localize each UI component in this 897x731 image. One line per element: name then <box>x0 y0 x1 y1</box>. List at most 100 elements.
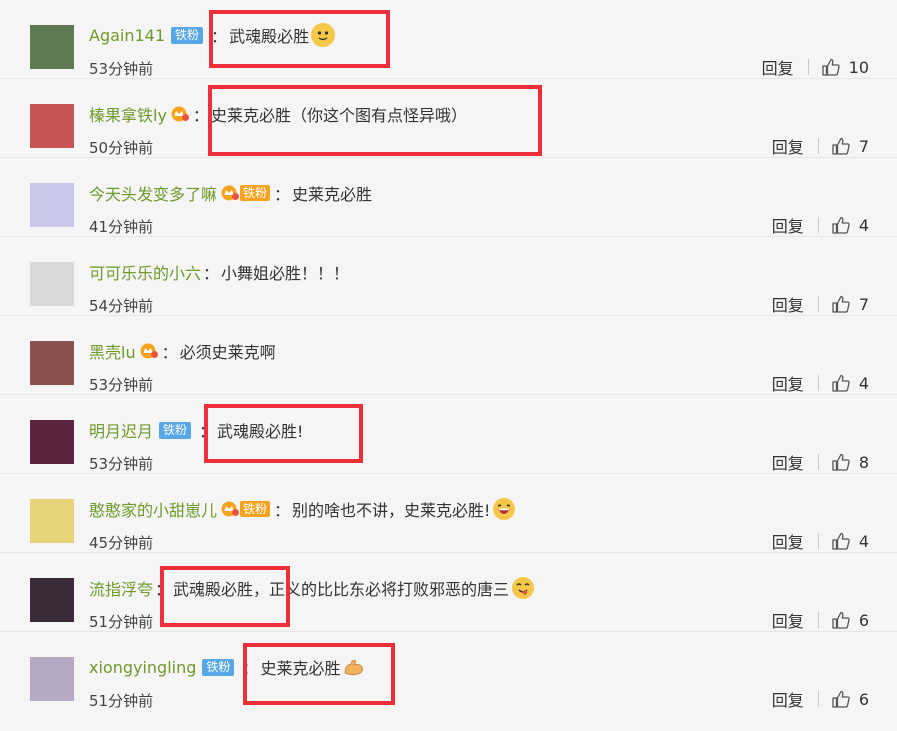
comment-line: 黑壳lu ： 必须史莱克啊 <box>89 338 276 364</box>
comment-text: 武魂殿必胜，正义的比比东必将打败邪恶的唐三 <box>173 580 510 599</box>
comment-text: 必须史莱克啊 <box>179 343 276 362</box>
thumbs-up-icon[interactable] <box>831 452 851 472</box>
username-link[interactable]: 明月迟月 <box>89 418 153 442</box>
vip-badge <box>140 343 158 359</box>
reply-button[interactable]: 回复 <box>772 687 804 711</box>
reply-button[interactable]: 回复 <box>772 371 804 395</box>
avatar[interactable] <box>30 578 74 622</box>
comment-text: 别的啥也不讲，史莱克必胜! <box>292 501 491 520</box>
comment-time: 51分钟前 <box>89 692 154 710</box>
comment-time: 54分钟前 <box>89 297 154 315</box>
comment-line: 可可乐乐的小六 ： 小舞姐必胜！！！ <box>89 259 349 285</box>
comment-row: 黑壳lu ： 必须史莱克啊 53分钟前 回复 4 <box>0 316 897 395</box>
reply-button[interactable]: 回复 <box>772 608 804 632</box>
colon-separator: ： <box>199 422 216 441</box>
thumbs-up-icon[interactable] <box>821 57 841 77</box>
like-count: 4 <box>858 531 869 551</box>
username-link[interactable]: 流指浮夸 <box>89 576 153 600</box>
comment-actions: 回复 7 <box>772 134 869 158</box>
comment-text: 史莱克必胜（你这个图有点怪异哦） <box>210 106 467 125</box>
like-count: 10 <box>848 57 869 77</box>
divider <box>817 612 819 628</box>
divider <box>817 138 819 154</box>
comment-time: 45分钟前 <box>89 534 154 552</box>
yum-emoji-icon <box>511 576 535 600</box>
comment-row: 今天头发变多了嘛 铁粉 ： 史莱克必胜 41分钟前 回复 4 <box>0 158 897 237</box>
username-link[interactable]: 憨憨家的小甜崽儿 <box>89 497 217 521</box>
reply-button[interactable]: 回复 <box>772 292 804 316</box>
divider <box>817 375 819 391</box>
colon-separator: ： <box>203 264 220 283</box>
colon-separator: ： <box>274 501 291 520</box>
avatar[interactable] <box>30 657 74 701</box>
username-link[interactable]: xiongyingling <box>89 658 196 677</box>
colon-separator: ： <box>155 580 172 599</box>
username-link[interactable]: Again141 <box>89 26 165 45</box>
crown-icon <box>171 106 189 122</box>
comment-time: 51分钟前 <box>89 613 154 631</box>
thumbs-up-icon[interactable] <box>831 689 851 709</box>
comment-text: 小舞姐必胜！！！ <box>221 264 350 283</box>
comment-list: Again141 铁粉 ： 武魂殿必胜 53分钟前 回复 10 榛果拿铁ly ：… <box>0 0 897 731</box>
comment-time: 53分钟前 <box>89 455 154 473</box>
avatar[interactable] <box>30 262 74 306</box>
reply-button[interactable]: 回复 <box>772 134 804 158</box>
comment-time: 53分钟前 <box>89 60 154 78</box>
comment-line: 明月迟月 铁粉 ： 武魂殿必胜! <box>89 417 303 443</box>
reply-button[interactable]: 回复 <box>772 213 804 237</box>
comment-row: 明月迟月 铁粉 ： 武魂殿必胜! 53分钟前 回复 8 <box>0 395 897 474</box>
thumbs-up-icon[interactable] <box>831 215 851 235</box>
thumbs-up-icon[interactable] <box>831 136 851 156</box>
comment-line: 榛果拿铁ly ： 史莱克必胜（你这个图有点怪异哦） <box>89 101 467 127</box>
username-link[interactable]: 今天头发变多了嘛 <box>89 181 217 205</box>
fan-badge: 铁粉 <box>240 185 271 201</box>
avatar[interactable] <box>30 420 74 464</box>
comment-time: 50分钟前 <box>89 139 154 157</box>
comment-row: 可可乐乐的小六 ： 小舞姐必胜！！！ 54分钟前 回复 7 <box>0 237 897 316</box>
divider <box>807 59 809 75</box>
comment-actions: 回复 4 <box>772 529 869 553</box>
colon-separator: ： <box>161 343 178 362</box>
comment-row: xiongyingling 铁粉 ： 史莱克必胜 51分钟前 回复 6 <box>0 632 897 711</box>
reply-button[interactable]: 回复 <box>762 55 794 79</box>
divider <box>817 691 819 707</box>
avatar[interactable] <box>30 104 74 148</box>
comment-line: 今天头发变多了嘛 铁粉 ： 史莱克必胜 <box>89 180 372 206</box>
divider <box>817 454 819 470</box>
comment-time: 53分钟前 <box>89 376 154 394</box>
comment-row: 榛果拿铁ly ： 史莱克必胜（你这个图有点怪异哦） 50分钟前 回复 7 <box>0 79 897 158</box>
avatar[interactable] <box>30 499 74 543</box>
laugh-emoji-icon <box>492 497 516 521</box>
muscle-emoji-icon <box>342 655 366 679</box>
comment-text: 武魂殿必胜 <box>229 27 310 46</box>
fan-badge: 铁粉 <box>159 421 192 439</box>
comment-text: 武魂殿必胜! <box>217 422 304 441</box>
fan-badge: 铁粉 <box>171 26 204 44</box>
comment-actions: 回复 8 <box>772 450 869 474</box>
thumbs-up-icon[interactable] <box>831 610 851 630</box>
divider <box>817 296 819 312</box>
avatar[interactable] <box>30 341 74 385</box>
thumbs-up-icon[interactable] <box>831 294 851 314</box>
thumbs-up-icon[interactable] <box>831 531 851 551</box>
like-count: 7 <box>858 136 869 156</box>
avatar[interactable] <box>30 25 74 69</box>
comment-actions: 回复 10 <box>762 55 869 79</box>
avatar[interactable] <box>30 183 74 227</box>
comment-text: 史莱克必胜 <box>292 185 373 204</box>
crown-icon <box>140 343 158 359</box>
username-link[interactable]: 榛果拿铁ly <box>89 102 167 126</box>
comment-row: 流指浮夸 ： 武魂殿必胜，正义的比比东必将打败邪恶的唐三 51分钟前 回复 6 <box>0 553 897 632</box>
vip-badge: 铁粉 <box>221 501 271 517</box>
comment-line: xiongyingling 铁粉 ： 史莱克必胜 <box>89 654 366 680</box>
like-count: 6 <box>858 610 869 630</box>
username-link[interactable]: 可可乐乐的小六 <box>89 260 201 284</box>
comment-line: 憨憨家的小甜崽儿 铁粉 ： 别的啥也不讲，史莱克必胜! <box>89 496 516 522</box>
username-link[interactable]: 黑壳lu <box>89 339 136 363</box>
reply-button[interactable]: 回复 <box>772 529 804 553</box>
reply-button[interactable]: 回复 <box>772 450 804 474</box>
like-count: 6 <box>858 689 869 709</box>
comment-actions: 回复 4 <box>772 371 869 395</box>
crown-icon <box>221 185 240 201</box>
thumbs-up-icon[interactable] <box>831 373 851 393</box>
